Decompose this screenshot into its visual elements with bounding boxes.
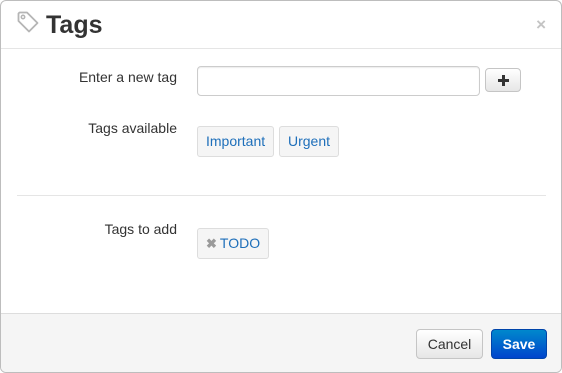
available-tag-important[interactable]: Important [197,126,275,157]
remove-icon[interactable]: ✖ [206,229,217,258]
add-tag-button[interactable] [485,68,521,92]
tags-available-label: Tags available [88,120,177,136]
section-divider [17,195,546,196]
modal-header: Tags × [1,1,561,49]
plus-icon [497,74,509,86]
tags-modal: Tags × Enter a new tag Tags available Im… [0,0,562,373]
cancel-button[interactable]: Cancel [416,329,483,359]
new-tag-input[interactable] [197,66,480,96]
selected-tag-todo[interactable]: ✖ TODO [197,228,270,259]
close-icon[interactable]: × [536,15,546,35]
tag-icon [16,10,40,34]
save-button[interactable]: Save [491,329,547,359]
selected-tag-label: TODO [219,235,261,251]
modal-title: Tags [46,11,103,39]
modal-footer: Cancel Save [1,313,561,372]
new-tag-label: Enter a new tag [78,69,177,85]
tags-to-add-label: Tags to add [104,221,177,237]
available-tag-urgent[interactable]: Urgent [279,126,340,157]
